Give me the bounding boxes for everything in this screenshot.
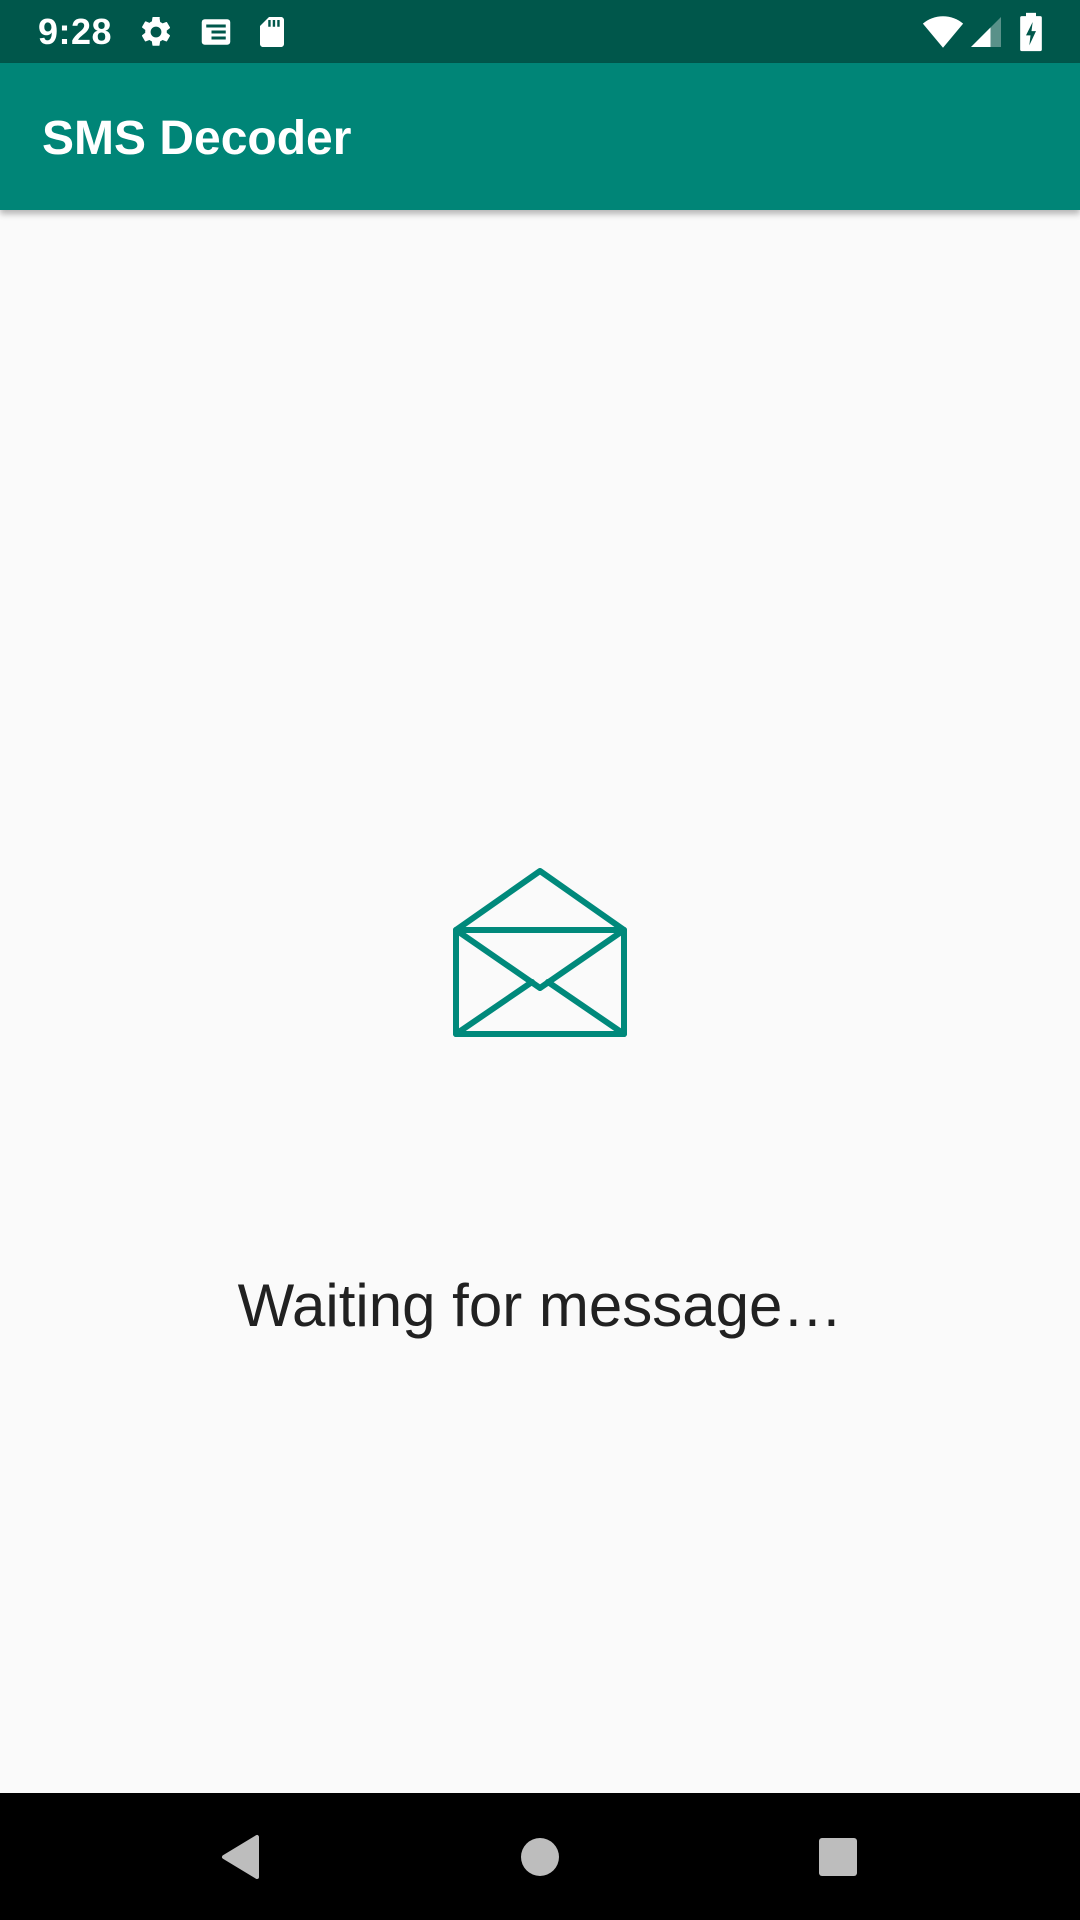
signal-icon: [971, 17, 1001, 47]
home-icon[interactable]: [510, 1827, 570, 1887]
battery-charging-icon: [1020, 12, 1042, 52]
screen: 9:28 SMS Decoder Waiting for message…: [0, 0, 1080, 1920]
wifi-icon: [922, 16, 964, 48]
app-bar: SMS Decoder: [0, 63, 1080, 210]
main-content: Waiting for message…: [0, 210, 1080, 1793]
navigation-bar: [0, 1793, 1080, 1920]
back-icon[interactable]: [210, 1827, 270, 1887]
waiting-status-text: Waiting for message…: [237, 1272, 843, 1339]
notification-icon: [201, 19, 231, 45]
envelope-open-icon: [453, 868, 627, 1037]
status-bar: 9:28: [0, 0, 1080, 63]
sd-card-icon: [260, 17, 284, 47]
settings-icon: [141, 16, 171, 46]
recents-icon[interactable]: [808, 1827, 868, 1887]
app-title: SMS Decoder: [42, 112, 352, 165]
status-time: 9:28: [38, 11, 113, 52]
